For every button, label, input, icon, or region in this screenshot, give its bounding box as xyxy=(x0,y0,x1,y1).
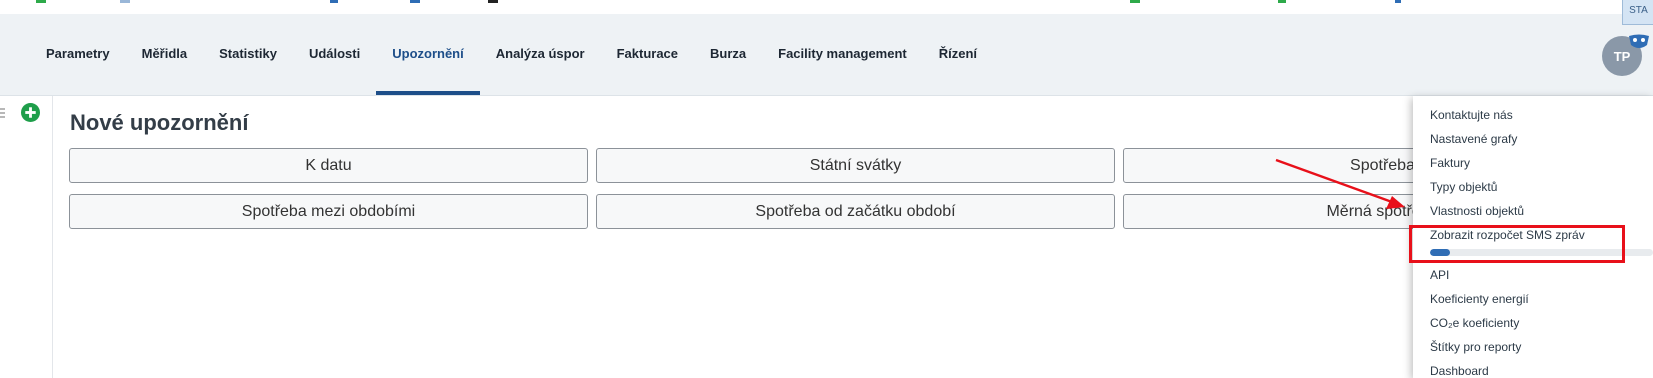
nav-item-2[interactable]: Statistiky xyxy=(203,14,293,95)
toolbar-icon-fragment xyxy=(330,0,338,3)
button-label: Spotřeba xyxy=(1350,156,1415,174)
nav-item-6[interactable]: Fakturace xyxy=(601,14,694,95)
nav-item-7[interactable]: Burza xyxy=(694,14,762,95)
menu-item-co2e-koeficienty[interactable]: CO₂e koeficienty xyxy=(1430,316,1519,330)
alert-type-spotreba-od-zacatku-button[interactable]: Spotřeba od začátku období xyxy=(596,194,1115,229)
alert-type-statni-svatky-button[interactable]: Státní svátky xyxy=(596,148,1115,183)
menu-item-api[interactable]: API xyxy=(1430,268,1449,282)
alert-type-spotreba-mezi-obdobimi-button[interactable]: Spotřeba mezi obdobími xyxy=(69,194,588,229)
main-navbar: Parametry Měřidla Statistiky Události Upozor… xyxy=(0,14,1653,96)
menu-item-dashboard[interactable]: Dashboard xyxy=(1430,364,1489,378)
toolbar-icon-fragment xyxy=(1130,0,1140,3)
annotation-highlight-box xyxy=(1409,225,1625,263)
toolbar-icon-fragment xyxy=(120,0,130,3)
nav-item-8[interactable]: Facility management xyxy=(762,14,923,95)
nav-item-5[interactable]: Analýza úspor xyxy=(480,14,601,95)
mask-icon xyxy=(1629,34,1649,48)
menu-item-typy-objektu[interactable]: Typy objektů xyxy=(1430,180,1497,194)
menu-item-stitky-pro-reporty[interactable]: Štítky pro reporty xyxy=(1430,340,1521,354)
page-title: Nové upozornění xyxy=(70,110,249,135)
browser-toolbar-edge xyxy=(0,0,1653,15)
environment-badge: STA xyxy=(1622,0,1653,25)
nav-menu: Parametry Měřidla Statistiky Události Upozor… xyxy=(30,14,993,95)
nav-item-1[interactable]: Měřidla xyxy=(126,14,204,95)
add-icon[interactable] xyxy=(21,103,40,122)
toolbar-icon-fragment xyxy=(1278,0,1286,3)
nav-item-9[interactable]: Řízení xyxy=(923,14,993,95)
toolbar-icon-fragment xyxy=(410,0,420,3)
nav-item-0[interactable]: Parametry xyxy=(30,14,126,95)
toolbar-icon-fragment xyxy=(36,0,46,3)
menu-item-koeficienty-energii[interactable]: Koeficienty energií xyxy=(1430,292,1529,306)
nav-item-3[interactable]: Události xyxy=(293,14,376,95)
menu-item-faktury[interactable]: Faktury xyxy=(1430,156,1470,170)
menu-item-nastavene-grafy[interactable]: Nastavené grafy xyxy=(1430,132,1517,146)
toolbar-icon-fragment xyxy=(488,0,498,3)
alert-type-k-datu-button[interactable]: K datu xyxy=(69,148,588,183)
menu-item-vlastnosti-objektu[interactable]: Vlastnosti objektů xyxy=(1430,204,1524,218)
toolbar-icon-fragment xyxy=(1395,0,1401,3)
nav-item-4[interactable]: Upozornění xyxy=(376,14,480,95)
left-sidebar xyxy=(0,96,53,378)
collapse-icon[interactable] xyxy=(0,106,6,120)
menu-item-kontaktujte-nas[interactable]: Kontaktujte nás xyxy=(1430,108,1513,122)
